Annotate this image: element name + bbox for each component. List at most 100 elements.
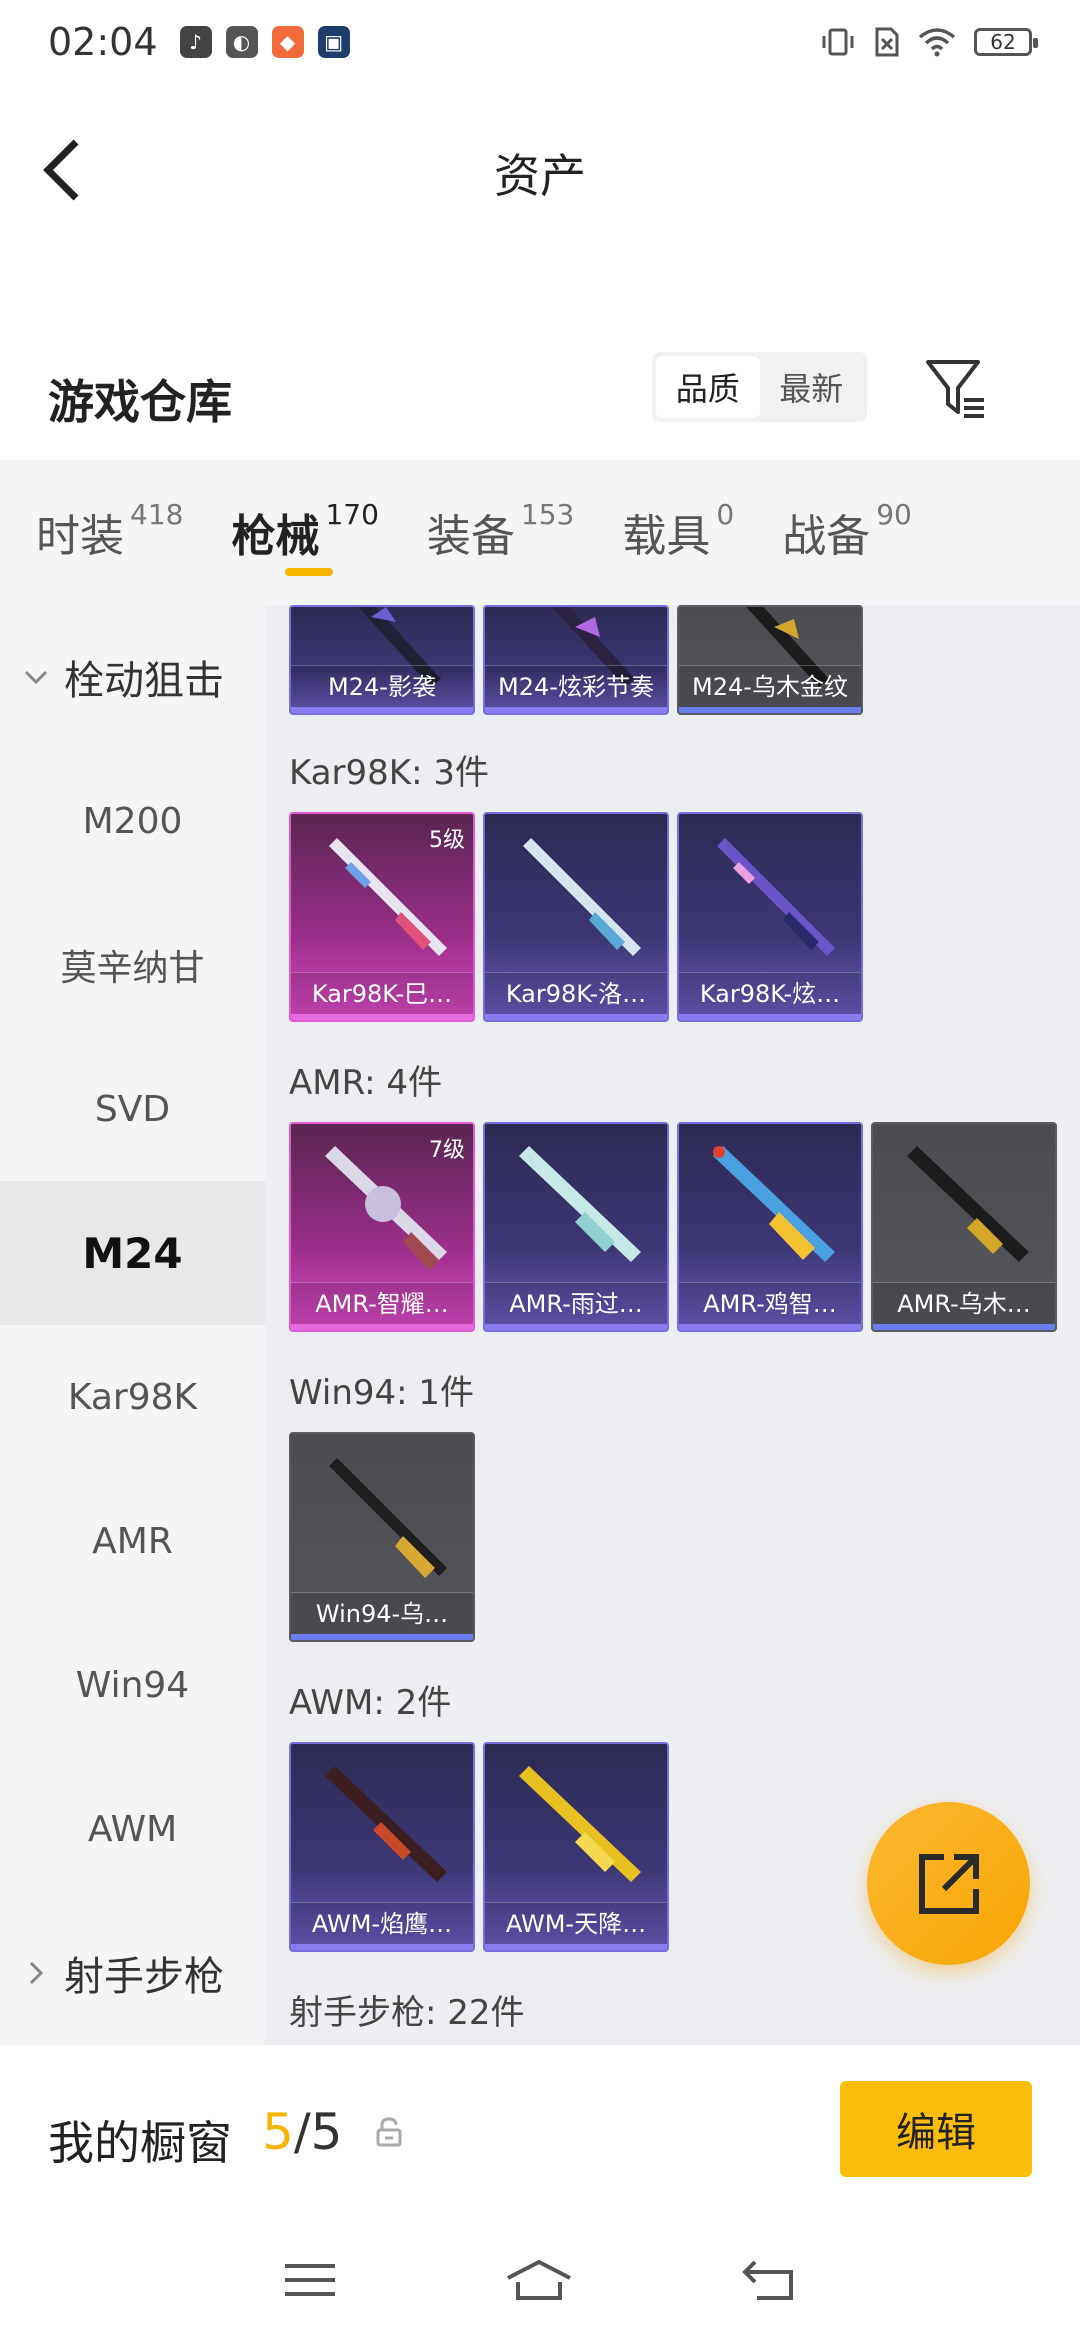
item-name: Kar98K-洛… (485, 972, 667, 1014)
item-name: M24-影袭 (291, 665, 473, 707)
tab-equipment[interactable]: 装备 153 (427, 460, 574, 605)
group-title: Kar98K: 3件 (289, 753, 489, 793)
back-nav-icon[interactable] (741, 2258, 797, 2302)
rifle-skin-icon (523, 838, 641, 956)
item-name: M24-炫彩节奏 (485, 665, 667, 707)
nav-item-svd[interactable]: SVD (0, 1037, 265, 1181)
tab-supplies[interactable]: 战备 90 (782, 460, 912, 605)
item-card[interactable]: Kar98K-洛… (483, 812, 669, 1022)
showcase-current: 5 (262, 2103, 294, 2161)
rifle-skin-icon (329, 1458, 447, 1578)
status-time: 02:04 (48, 20, 158, 64)
rifle-skin-icon (325, 1766, 447, 1882)
showcase-count: 5/5 (262, 2103, 342, 2161)
item-card[interactable]: 7级 AMR-智耀… (289, 1122, 475, 1332)
item-card[interactable]: Win94-乌… (289, 1432, 475, 1642)
unlock-icon[interactable] (376, 2117, 402, 2147)
item-card[interactable]: AMR-鸡智… (677, 1122, 863, 1332)
filter-icon (926, 360, 984, 418)
item-card[interactable]: M24-炫彩节奏 (483, 605, 669, 715)
game-app-icon: ◆ (271, 26, 304, 58)
rifle-skin-icon (717, 838, 835, 956)
tab-label: 时装 (36, 511, 124, 562)
item-card[interactable]: AMR-乌木… (871, 1122, 1057, 1332)
showcase-total: 5 (310, 2103, 343, 2161)
rarity-line (485, 1944, 667, 1950)
tab-active-indicator (285, 568, 334, 576)
sort-option-quality[interactable]: 品质 (656, 356, 760, 418)
rarity-line (679, 1014, 861, 1020)
section-title: 游戏仓库 (48, 375, 232, 429)
status-bar: 02:04 ♪ ◐ ◆ ▣ 62 (0, 0, 1080, 84)
rarity-line (679, 707, 861, 713)
tab-count: 170 (325, 498, 379, 531)
group-title: AMR: 4件 (289, 1063, 443, 1103)
game-app-icon-2: ▣ (317, 26, 350, 58)
item-card[interactable]: AWM-焰鹰… (289, 1742, 475, 1952)
nav-item-mosin[interactable]: 莫辛纳甘 (0, 893, 265, 1037)
status-right: 62 (820, 26, 1038, 58)
nav-group-marksman[interactable]: 射手步枪 (0, 1901, 265, 2045)
tab-count: 90 (876, 498, 912, 531)
page-title: 资产 (494, 149, 586, 203)
vibrate-icon (822, 28, 854, 56)
chevron-down-icon (24, 670, 48, 685)
item-card[interactable]: Kar98K-炫… (677, 812, 863, 1022)
rarity-line (291, 1014, 473, 1020)
group-title: AWM: 2件 (289, 1683, 452, 1723)
tab-fashion[interactable]: 时装 418 (36, 460, 183, 605)
item-name: Kar98K-巳… (291, 972, 473, 1014)
item-card[interactable]: M24-影袭 (289, 605, 475, 715)
item-name: AWM-焰鹰… (291, 1902, 473, 1944)
rifle-skin-icon (519, 1146, 641, 1262)
item-name: AWM-天降… (485, 1902, 667, 1944)
tab-vehicles[interactable]: 载具 0 (622, 460, 734, 605)
tab-firearms[interactable]: 枪械 170 (231, 460, 379, 605)
home-icon[interactable] (504, 2258, 574, 2302)
rarity-line (291, 1324, 473, 1330)
nav-group-label: 射手步枪 (64, 1954, 224, 2000)
item-card[interactable]: M24-乌木金纹 (677, 605, 863, 715)
rifle-skin-icon (713, 1146, 835, 1262)
showcase-title: 我的橱窗 (48, 2116, 232, 2170)
item-card[interactable]: AMR-雨过… (483, 1122, 669, 1332)
rarity-line (291, 1634, 473, 1640)
section-header: 游戏仓库 品质 最新 (0, 340, 1080, 460)
tab-label: 装备 (426, 511, 515, 562)
battery-indicator: 62 (974, 28, 1038, 56)
header: 资产 (0, 84, 1080, 254)
weapon-type-nav: 栓动狙击 M200 莫辛纳甘 SVD M24 Kar98K AMR Win94 … (0, 605, 265, 2045)
rarity-line (873, 1324, 1055, 1330)
tab-count: 0 (716, 498, 735, 531)
item-name: Kar98K-炫… (679, 972, 861, 1014)
item-card[interactable]: 5级 Kar98K-巳… (289, 812, 475, 1022)
item-name: M24-乌木金纹 (679, 665, 861, 707)
item-card[interactable]: AWM-天降… (483, 1742, 669, 1952)
share-fab[interactable] (867, 1802, 1030, 1965)
rarity-line (291, 707, 473, 713)
sort-option-latest[interactable]: 最新 (760, 356, 864, 418)
item-name: Win94-乌… (291, 1592, 473, 1634)
system-navbar (0, 2220, 1080, 2340)
edit-button[interactable]: 编辑 (840, 2081, 1032, 2177)
item-name: AMR-雨过… (485, 1282, 667, 1324)
nav-item-m200[interactable]: M200 (0, 749, 265, 893)
tab-label: 战备 (782, 511, 871, 562)
no-sim-icon (875, 27, 899, 57)
nav-group-bolt-action[interactable]: 栓动狙击 (0, 605, 265, 749)
item-level: 5级 (429, 828, 465, 853)
nav-item-amr[interactable]: AMR (0, 1469, 265, 1613)
rarity-line (485, 1324, 667, 1330)
nav-group-label: 栓动狙击 (64, 658, 224, 704)
nav-item-win94[interactable]: Win94 (0, 1613, 265, 1757)
nav-item-kar98k[interactable]: Kar98K (0, 1325, 265, 1469)
nav-item-awm[interactable]: AWM (0, 1757, 265, 1901)
rifle-skin-icon (907, 1146, 1029, 1262)
menu-icon[interactable] (283, 2260, 337, 2300)
nav-item-m24[interactable]: M24 (0, 1181, 265, 1325)
item-level: 7级 (429, 1138, 465, 1163)
tab-count: 153 (520, 498, 575, 531)
filter-button[interactable] (924, 356, 988, 420)
tab-label: 枪械 (231, 511, 320, 562)
showcase-bar: 我的橱窗 5/5 编辑 (0, 2045, 1080, 2220)
